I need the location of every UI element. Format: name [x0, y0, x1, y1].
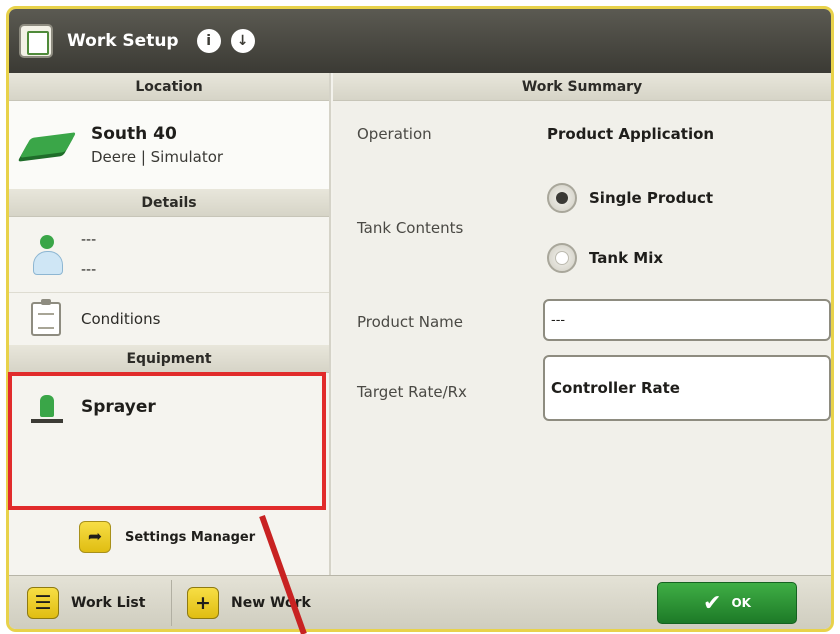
details-line-2: ---	[81, 261, 97, 278]
info-icon[interactable]: i	[196, 29, 221, 53]
work-list-label: Work List	[71, 595, 146, 611]
tank-contents-label: Tank Contents	[357, 219, 464, 237]
work-setup-app-icon	[19, 24, 53, 58]
location-name: South 40	[91, 124, 177, 144]
title-bar: Work Setup i ↓	[9, 9, 831, 73]
product-name-field[interactable]: ---	[543, 299, 831, 341]
field-icon	[19, 132, 77, 158]
work-summary-header: Work Summary	[333, 73, 831, 101]
radio-single-product[interactable]: Single Product	[547, 183, 713, 213]
settings-manager-label: Settings Manager	[125, 529, 256, 545]
plus-icon: +	[187, 587, 219, 619]
product-name-label: Product Name	[357, 313, 463, 331]
details-header: Details	[9, 189, 329, 217]
location-selector[interactable]: South 40 Deere | Simulator	[9, 101, 329, 189]
clipboard-icon	[31, 299, 61, 336]
radio-selected-icon	[547, 183, 577, 213]
window-title: Work Setup	[67, 31, 179, 51]
bottom-toolbar: ☰ Work List + New Work ✔ OK	[9, 575, 831, 629]
work-list-button[interactable]: ☰ Work List	[27, 576, 146, 629]
operator-details[interactable]: --- ---	[9, 217, 329, 293]
operator-icon	[31, 234, 63, 275]
equipment-highlight-box	[8, 372, 326, 510]
arrow-export-icon: ➦	[79, 521, 111, 553]
location-subtitle: Deere | Simulator	[91, 148, 224, 166]
checkmark-icon: ✔	[703, 590, 722, 616]
ok-button[interactable]: ✔ OK	[657, 582, 797, 624]
ok-label: OK	[731, 596, 751, 610]
toolbar-divider	[171, 580, 172, 626]
equipment-header: Equipment	[9, 345, 329, 373]
location-header: Location	[9, 73, 329, 101]
radio-unselected-icon	[547, 243, 577, 273]
list-icon: ☰	[27, 587, 59, 619]
download-icon[interactable]: ↓	[230, 29, 255, 53]
work-setup-window: Work Setup i ↓ Location South 40 Deere |…	[6, 6, 834, 632]
radio-tank-mix[interactable]: Tank Mix	[547, 243, 663, 273]
details-line-1: ---	[81, 231, 97, 248]
target-rate-label: Target Rate/Rx	[357, 383, 467, 401]
new-work-button[interactable]: + New Work	[187, 576, 311, 629]
work-summary-panel: Work Summary Operation Product Applicati…	[333, 73, 831, 575]
radio-tank-mix-label: Tank Mix	[589, 249, 664, 267]
settings-manager-button[interactable]: ➦ Settings Manager	[9, 509, 329, 565]
target-rate-field[interactable]: Controller Rate	[543, 355, 831, 421]
operation-label: Operation	[357, 125, 432, 143]
operation-value[interactable]: Product Application	[547, 125, 714, 143]
conditions-label: Conditions	[81, 310, 161, 328]
new-work-label: New Work	[231, 595, 311, 611]
conditions-item[interactable]: Conditions	[9, 293, 329, 345]
radio-single-product-label: Single Product	[589, 189, 714, 207]
